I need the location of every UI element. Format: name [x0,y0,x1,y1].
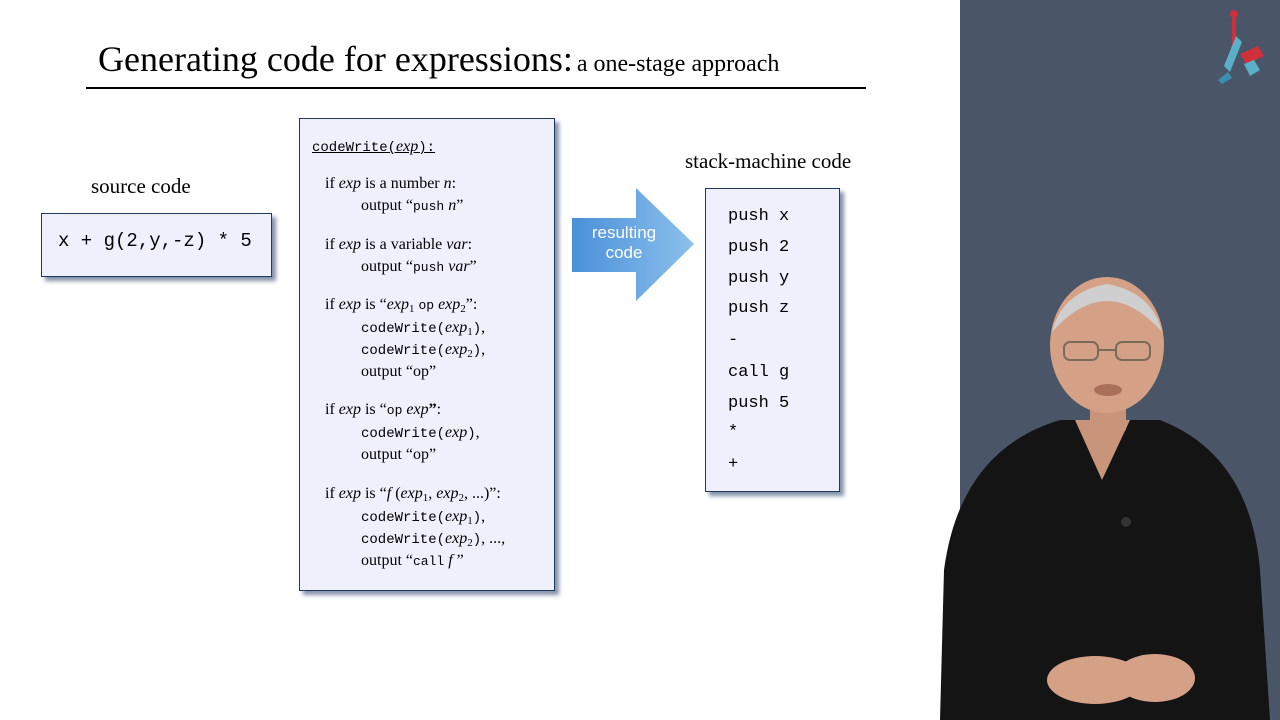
algo-case-call-output: output “call f ” [361,552,464,569]
source-code-box: x + g(2,y,-z) * 5 [41,213,272,277]
source-code-label: source code [91,174,191,198]
algo-case-unary-line1: codeWrite(exp), [361,424,480,442]
stack-line: push z [728,299,790,318]
stack-line: push 5 [728,394,790,413]
algo-case-number-output: output “push n” [361,197,464,214]
stack-code-box: push x push 2 push y push z - call g pus… [705,188,840,492]
algo-header: codeWrite(exp): [312,138,436,156]
stack-line: - [728,331,739,350]
slide: Generating code for expressions: a one-s… [0,0,960,720]
stack-line: call g [728,363,790,382]
algorithm-box: codeWrite(exp): if exp is a number n: ou… [299,118,555,591]
stack-line: push 2 [728,238,790,257]
page-title: Generating code for expressions: a one-s… [98,38,779,80]
nand2tetris-logo-icon [1218,10,1264,84]
algo-case-binary-line1: codeWrite(exp1), [361,319,486,338]
algo-case-number: if exp is a number n: [325,175,457,192]
algo-case-binary: if exp is “exp1 op exp2”: [325,296,478,315]
algo-case-variable: if exp is a variable var: [325,236,473,253]
presenter-video [940,277,1270,720]
algo-case-variable-output: output “push var” [361,258,477,275]
algo-case-binary-line2: codeWrite(exp2), [361,341,486,360]
stack-line: push y [728,269,790,288]
algo-case-call-line1: codeWrite(exp1), [361,508,486,527]
algo-case-unary-output: output “op” [361,446,437,463]
title-sub: a one-stage approach [576,51,780,77]
stack-machine-label: stack-machine code [685,149,852,173]
title-rule [86,87,866,89]
resulting-code-label: resulting code [591,223,657,262]
algo-case-call-line2: codeWrite(exp2), ..., [361,530,506,549]
title-main: Generating code for expressions: [98,39,573,79]
source-code-text: x + g(2,y,-z) * 5 [58,230,252,252]
stack-line: * [728,423,739,442]
algo-case-unary: if exp is “op exp”: [325,401,442,418]
algo-case-binary-output: output “op” [361,363,437,380]
stack-line: push x [728,207,790,226]
algo-case-call: if exp is “f (exp1, exp2, ...)”: [325,485,501,504]
stack-line: + [728,455,739,474]
